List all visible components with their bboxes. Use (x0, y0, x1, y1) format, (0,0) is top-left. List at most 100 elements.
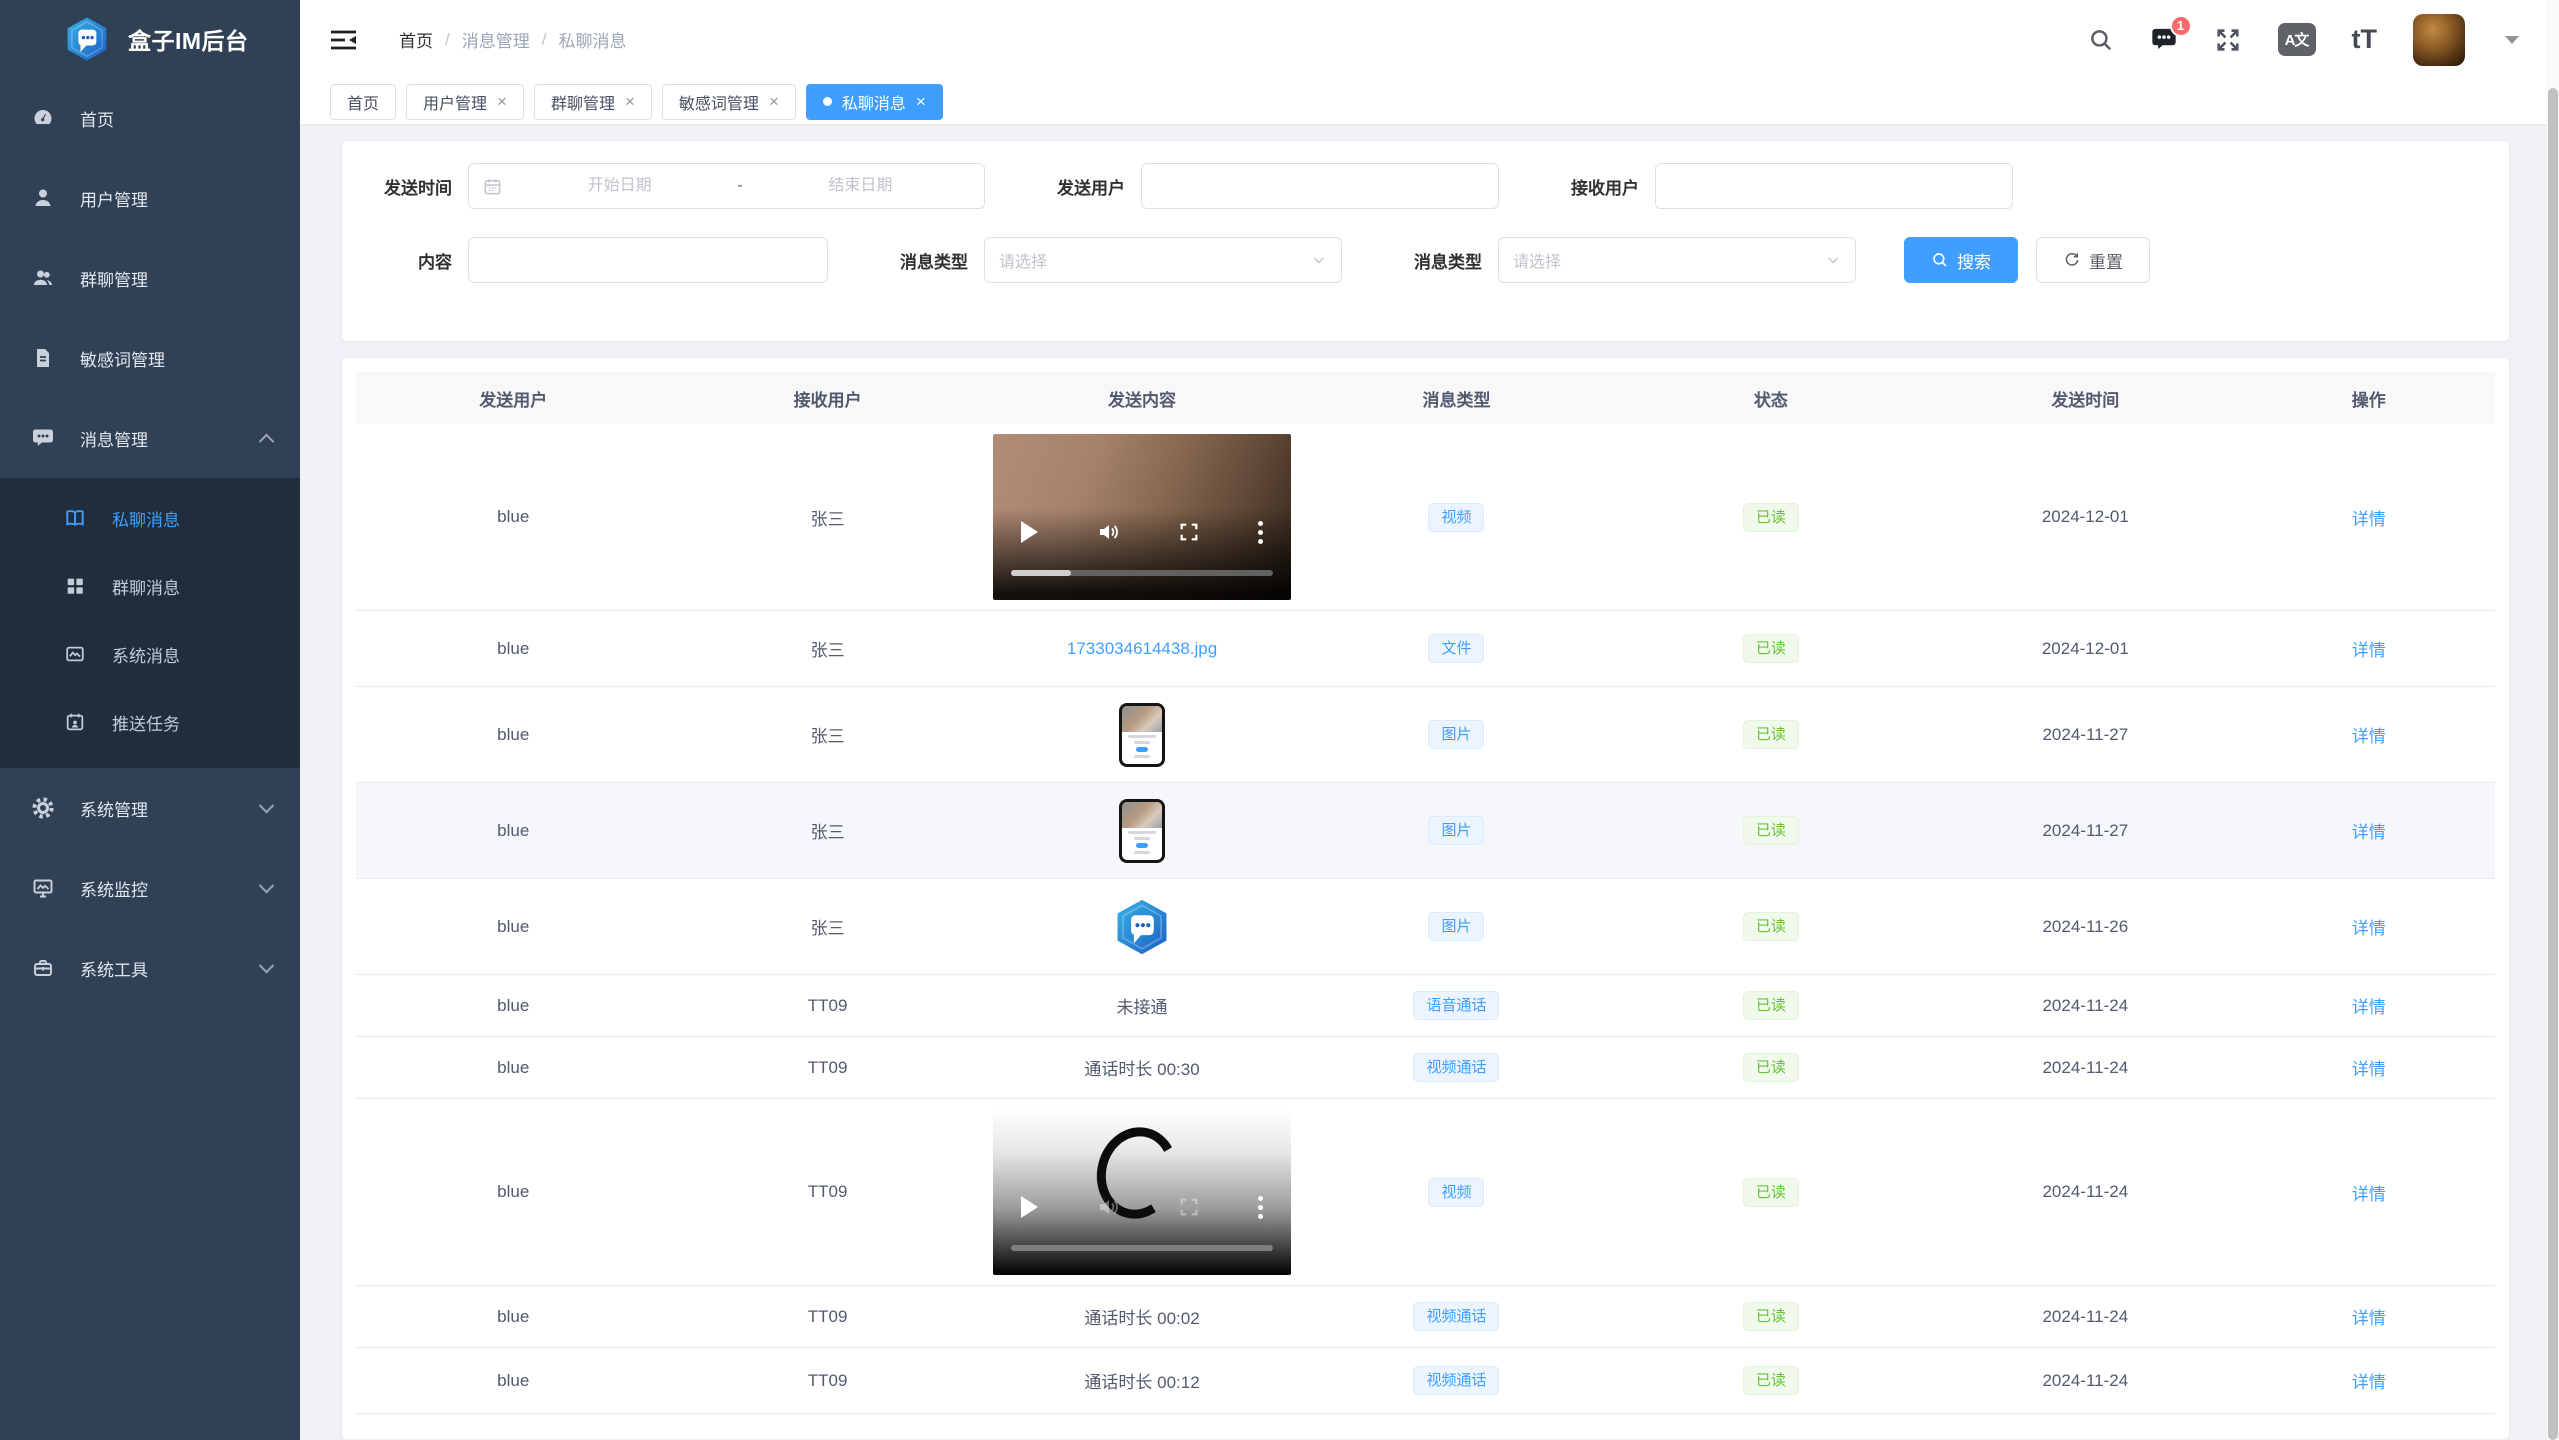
status-badge: 已读 (1743, 991, 1799, 1020)
dashboard-icon (30, 105, 56, 131)
tab-sensitive-word-management[interactable]: 敏感词管理 × (662, 84, 796, 120)
video-progress-bar[interactable] (1011, 1245, 1273, 1251)
detail-link[interactable]: 详情 (2352, 641, 2386, 660)
search-icon[interactable] (2088, 27, 2114, 53)
detail-link[interactable]: 详情 (2352, 1060, 2386, 1079)
sidebar-item-message-management[interactable]: 消息管理 (0, 398, 300, 478)
close-tab-icon[interactable]: × (916, 93, 926, 110)
sidebar-item-sensitive-word-management[interactable]: 敏感词管理 (0, 318, 300, 398)
messages-icon[interactable]: 1 (2150, 27, 2178, 53)
breadcrumb-item[interactable]: 首页 (399, 27, 433, 52)
close-tab-icon[interactable]: × (497, 93, 507, 110)
send-time-label: 发送时间 (356, 174, 452, 199)
sidebar-item-user-management[interactable]: 用户管理 (0, 158, 300, 238)
message-type-select[interactable]: 请选择 (984, 237, 1342, 283)
detail-link[interactable]: 详情 (2352, 1185, 2386, 1204)
image-thumbnail[interactable] (1119, 799, 1165, 863)
book-icon (62, 505, 88, 531)
play-icon[interactable] (1021, 521, 1038, 543)
close-tab-icon[interactable]: × (769, 93, 779, 110)
video-player[interactable] (993, 434, 1291, 600)
col-action: 操作 (2243, 372, 2495, 424)
cell-date: 2024-12-01 (1928, 611, 2242, 687)
start-date-input[interactable] (510, 177, 729, 195)
cell-receiver: TT09 (670, 1037, 984, 1099)
image-thumbnail[interactable] (1119, 703, 1165, 767)
sidebar-subitem-group-messages[interactable]: 群聊消息 (0, 552, 300, 620)
date-range-separator: - (737, 177, 742, 195)
message-type2-select[interactable]: 请选择 (1498, 237, 1856, 283)
video-progress-bar[interactable] (1011, 570, 1273, 576)
receive-user-input[interactable] (1655, 163, 2013, 209)
detail-link[interactable]: 详情 (2352, 1309, 2386, 1328)
sidebar-item-system-management[interactable]: 系统管理 (0, 768, 300, 848)
sidebar-subitem-private-messages[interactable]: 私聊消息 (0, 484, 300, 552)
sidebar-item-system-monitor[interactable]: 系统监控 (0, 848, 300, 928)
tab-home[interactable]: 首页 (330, 84, 396, 120)
sidebar-item-label: 系统工具 (80, 956, 237, 981)
end-date-input[interactable] (751, 177, 970, 195)
fullscreen-video-icon[interactable] (1178, 521, 1200, 543)
detail-link[interactable]: 详情 (2352, 1373, 2386, 1392)
collapse-sidebar-icon[interactable] (330, 29, 357, 51)
sidebar-item-system-tools[interactable]: 系统工具 (0, 928, 300, 1008)
vertical-scrollbar[interactable] (2547, 0, 2559, 1440)
active-tab-dot (823, 97, 832, 106)
sidebar-subitem-push-tasks[interactable]: 推送任务 (0, 688, 300, 756)
close-tab-icon[interactable]: × (625, 93, 635, 110)
file-link[interactable]: 1733034614438.jpg (1067, 639, 1217, 658)
more-options-icon[interactable] (1258, 1196, 1263, 1219)
content-label: 内容 (356, 248, 452, 273)
tab-label: 首页 (347, 90, 379, 114)
sidebar-item-label: 推送任务 (112, 710, 272, 735)
detail-link[interactable]: 详情 (2352, 510, 2386, 529)
document-icon (30, 345, 56, 371)
reset-button[interactable]: 重置 (2036, 237, 2150, 283)
sidebar-item-group-chat-management[interactable]: 群聊管理 (0, 238, 300, 318)
cell-content: 通话时长 00:12 (985, 1348, 1299, 1414)
col-receiver: 接收用户 (670, 372, 984, 424)
scrollbar-thumb[interactable] (2548, 88, 2558, 1440)
font-size-icon[interactable]: tT (2352, 26, 2377, 53)
detail-link[interactable]: 详情 (2352, 727, 2386, 746)
tab-group-chat-management[interactable]: 群聊管理 × (534, 84, 652, 120)
tab-user-management[interactable]: 用户管理 × (406, 84, 524, 120)
cell-receiver: TT09 (670, 1348, 984, 1414)
grid-icon (62, 573, 88, 599)
detail-link[interactable]: 详情 (2352, 919, 2386, 938)
cell-receiver: TT09 (670, 1099, 984, 1286)
tab-private-messages[interactable]: 私聊消息 × (806, 84, 943, 120)
cell-sender: blue (356, 879, 670, 975)
search-button[interactable]: 搜索 (1904, 237, 2018, 283)
video-player-loading[interactable] (993, 1109, 1291, 1275)
chevron-down-icon (259, 797, 275, 813)
sidebar-item-label: 群聊管理 (80, 266, 272, 291)
logo-image-thumbnail[interactable] (1113, 898, 1171, 956)
sidebar-item-home[interactable]: 首页 (0, 78, 300, 158)
app-logo-row: 盒子IM后台 (0, 0, 300, 78)
breadcrumb-item: 消息管理 (462, 27, 530, 52)
fullscreen-icon[interactable] (2214, 26, 2242, 54)
more-options-icon[interactable] (1258, 521, 1263, 544)
cell-sender: blue (356, 1099, 670, 1286)
cell-receiver: 张三 (670, 687, 984, 783)
detail-link[interactable]: 详情 (2352, 823, 2386, 842)
translate-icon[interactable]: A文 (2278, 23, 2316, 56)
user-menu-caret-icon[interactable] (2505, 36, 2519, 44)
detail-link[interactable]: 详情 (2352, 998, 2386, 1017)
sidebar-subitem-system-messages[interactable]: 系统消息 (0, 620, 300, 688)
cell-sender: blue (356, 687, 670, 783)
status-badge: 已读 (1743, 816, 1799, 845)
play-icon[interactable] (1021, 1196, 1038, 1218)
fullscreen-video-icon[interactable] (1178, 1196, 1200, 1218)
app-title: 盒子IM后台 (128, 22, 249, 56)
volume-icon[interactable] (1096, 520, 1120, 544)
avatar[interactable] (2413, 14, 2465, 66)
volume-icon[interactable] (1096, 1195, 1120, 1219)
send-user-input[interactable] (1141, 163, 1499, 209)
date-range-picker[interactable]: - (468, 163, 985, 209)
page-content: 发送时间 - 发送用户 接收用户 内容 消息类型 (300, 125, 2559, 1440)
content-input[interactable] (468, 237, 828, 283)
type-badge: 视频 (1428, 503, 1484, 532)
tab-label: 私聊消息 (842, 90, 906, 114)
